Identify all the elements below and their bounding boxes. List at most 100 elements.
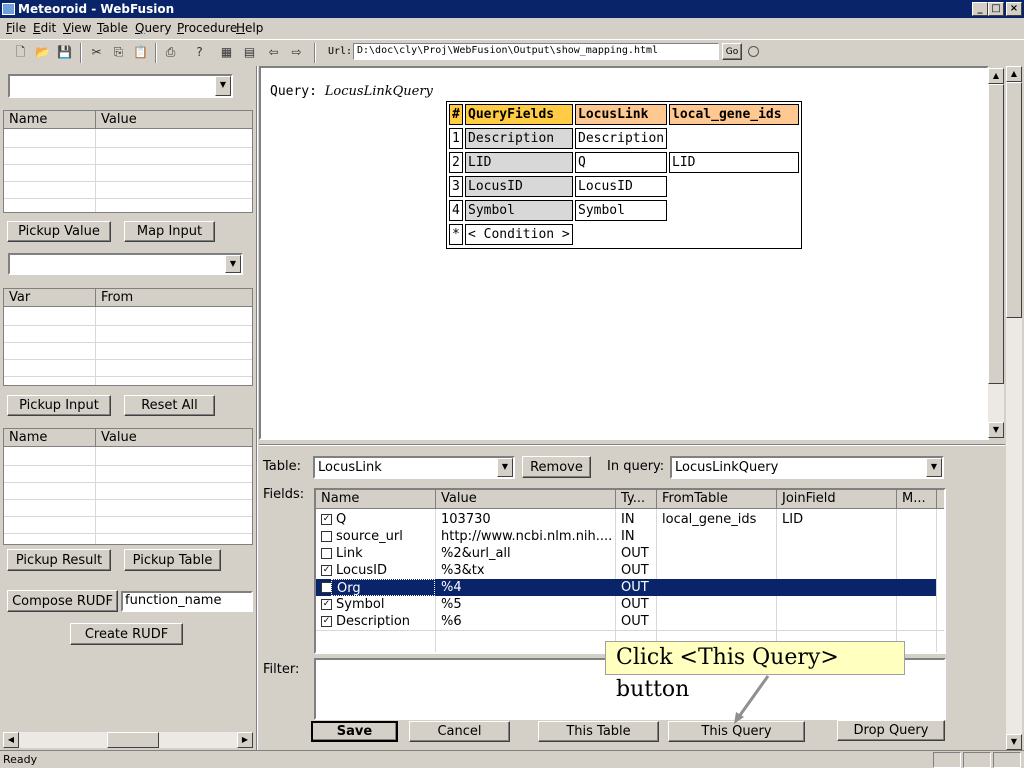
reset-all-button[interactable]: Reset All (124, 395, 215, 416)
url-label: Url: (328, 46, 353, 57)
pickup-value-button[interactable]: Pickup Value (7, 221, 111, 242)
chevron-down-icon[interactable]: ▼ (225, 255, 241, 273)
scroll-left-icon[interactable]: ◀ (3, 732, 19, 748)
fields-grid[interactable]: Name Value Ty... FromTable JoinField M..… (314, 488, 946, 654)
col-value[interactable]: Value (96, 429, 252, 447)
close-button[interactable]: × (1006, 2, 1022, 16)
left-combo-2[interactable]: ▼ (8, 253, 243, 275)
header-hash: # (449, 104, 463, 125)
chevron-down-icon[interactable]: ▼ (926, 458, 942, 477)
remove-button[interactable]: Remove (522, 456, 591, 478)
drop-query-button[interactable]: Drop Query (837, 720, 945, 741)
back-arrow-icon[interactable]: ⇦ (265, 44, 282, 61)
col-fromtable[interactable]: FromTable (657, 490, 777, 508)
chevron-down-icon[interactable]: ▼ (497, 458, 513, 477)
create-rudf-button[interactable]: Create RUDF (70, 623, 183, 645)
table-row[interactable]: ✓ LocusID %3&tx OUT (316, 562, 936, 579)
left-combo-1[interactable]: ▼ (8, 74, 233, 98)
callout-arrow-icon (734, 675, 770, 724)
scroll-down-icon[interactable]: ▼ (988, 422, 1004, 438)
col-var[interactable]: Var (4, 289, 96, 307)
table-row[interactable]: source_url http://www.ncbi.nlm.nih.... I… (316, 528, 936, 545)
table-combo[interactable]: LocusLink ▼ (313, 456, 515, 479)
pickup-result-button[interactable]: Pickup Result (7, 549, 111, 571)
col-name[interactable]: Name (4, 429, 96, 447)
col-value[interactable]: Value (436, 490, 616, 508)
name-value-grid-2[interactable]: Name Value (3, 428, 253, 545)
chevron-down-icon[interactable]: ▼ (215, 76, 231, 96)
this-table-button[interactable]: This Table (538, 721, 659, 742)
scroll-up-icon[interactable]: ▲ (988, 68, 1004, 84)
horizontal-splitter[interactable] (259, 444, 1005, 446)
locuslink-cell: Symbol (575, 200, 667, 221)
table-row[interactable]: ✓ Q 103730 IN local_gene_ids LID (316, 511, 936, 528)
name-value-grid-1[interactable]: Name Value (3, 110, 253, 213)
print-icon[interactable]: ⎙ (162, 44, 179, 61)
new-file-icon[interactable]: 🗋 (12, 44, 29, 61)
query-field-cell: Description (465, 128, 573, 149)
function-name-input[interactable]: function_name (121, 591, 253, 612)
url-input[interactable]: D:\doc\cly\Proj\WebFusion\Output\show_ma… (353, 43, 719, 60)
panel-right-icon[interactable]: ▤ (241, 44, 258, 61)
query-field-cell: LID (465, 152, 573, 173)
table-row[interactable]: ✓ Symbol %5 OUT (316, 596, 936, 613)
cut-icon[interactable]: ✂ (88, 44, 105, 61)
col-value[interactable]: Value (96, 111, 252, 129)
copy-icon[interactable]: ⎘ (110, 44, 127, 61)
forward-arrow-icon[interactable]: ⇨ (288, 44, 305, 61)
go-button[interactable]: Go (722, 43, 742, 60)
locuslink-cell: LocusID (575, 176, 667, 197)
col-from[interactable]: From (96, 289, 252, 307)
condition-cell[interactable]: < Condition > (465, 224, 573, 245)
window-vscrollbar[interactable]: ▲ ▼ (1006, 66, 1022, 750)
row-number: 2 (449, 152, 463, 173)
scroll-right-icon[interactable]: ▶ (237, 732, 253, 748)
compose-rudf-button[interactable]: Compose RUDF (7, 590, 118, 612)
panel-left-icon[interactable]: ▦ (218, 44, 235, 61)
window-title: Meteoroid - WebFusion (18, 2, 175, 16)
status-bar: Ready (0, 750, 1024, 768)
map-input-button[interactable]: Map Input (124, 221, 215, 242)
save-icon[interactable]: 💾 (56, 44, 73, 61)
scroll-up-icon[interactable]: ▲ (1006, 66, 1022, 82)
table-row[interactable]: ✓ Description %6 OUT (316, 613, 936, 630)
menu-view[interactable]: View (63, 21, 91, 35)
cancel-button[interactable]: Cancel (409, 721, 510, 742)
menu-file[interactable]: File (6, 21, 26, 35)
col-type[interactable]: Ty... (616, 490, 657, 508)
var-from-grid[interactable]: Var From (3, 288, 253, 386)
col-m[interactable]: M... (897, 490, 937, 508)
left-hscrollbar[interactable]: ◀ ▶ (3, 732, 253, 748)
col-name[interactable]: Name (316, 490, 436, 508)
query-field-cell: LocusID (465, 176, 573, 197)
row-number: 4 (449, 200, 463, 221)
save-button[interactable]: Save (311, 721, 398, 742)
table-row[interactable]: Link %2&url_all OUT (316, 545, 936, 562)
paste-icon[interactable]: 📋 (132, 44, 149, 61)
in-query-combo[interactable]: LocusLinkQuery ▼ (670, 456, 944, 479)
row-number: * (449, 224, 463, 245)
table-row-selected[interactable]: Org %4 OUT (316, 579, 936, 596)
menu-table[interactable]: Table (97, 21, 128, 35)
minimize-button[interactable]: _ (972, 2, 988, 16)
pickup-input-button[interactable]: Pickup Input (7, 395, 111, 416)
header-locuslink: LocusLink (575, 104, 667, 125)
col-name[interactable]: Name (4, 111, 96, 129)
col-joinfield[interactable]: JoinField (777, 490, 897, 508)
pickup-table-button[interactable]: Pickup Table (124, 549, 221, 571)
maximize-button[interactable]: □ (988, 2, 1004, 16)
content-vscrollbar[interactable]: ▲ ▼ (988, 68, 1004, 438)
fields-label: Fields: (263, 487, 305, 502)
help-icon[interactable]: ? (191, 44, 208, 61)
title-bar: Meteoroid - WebFusion _ □ × (0, 0, 1024, 18)
app-icon (2, 3, 15, 15)
menu-procedure[interactable]: Procedure (177, 21, 237, 35)
open-folder-icon[interactable]: 📂 (34, 44, 51, 61)
menu-help[interactable]: Help (236, 21, 263, 35)
menu-query[interactable]: Query (135, 21, 171, 35)
row-number: 1 (449, 128, 463, 149)
scroll-down-icon[interactable]: ▼ (1006, 734, 1022, 750)
menu-edit[interactable]: Edit (33, 21, 56, 35)
vertical-splitter[interactable] (256, 66, 258, 750)
instruction-callout: Click <This Query> button (605, 641, 905, 702)
